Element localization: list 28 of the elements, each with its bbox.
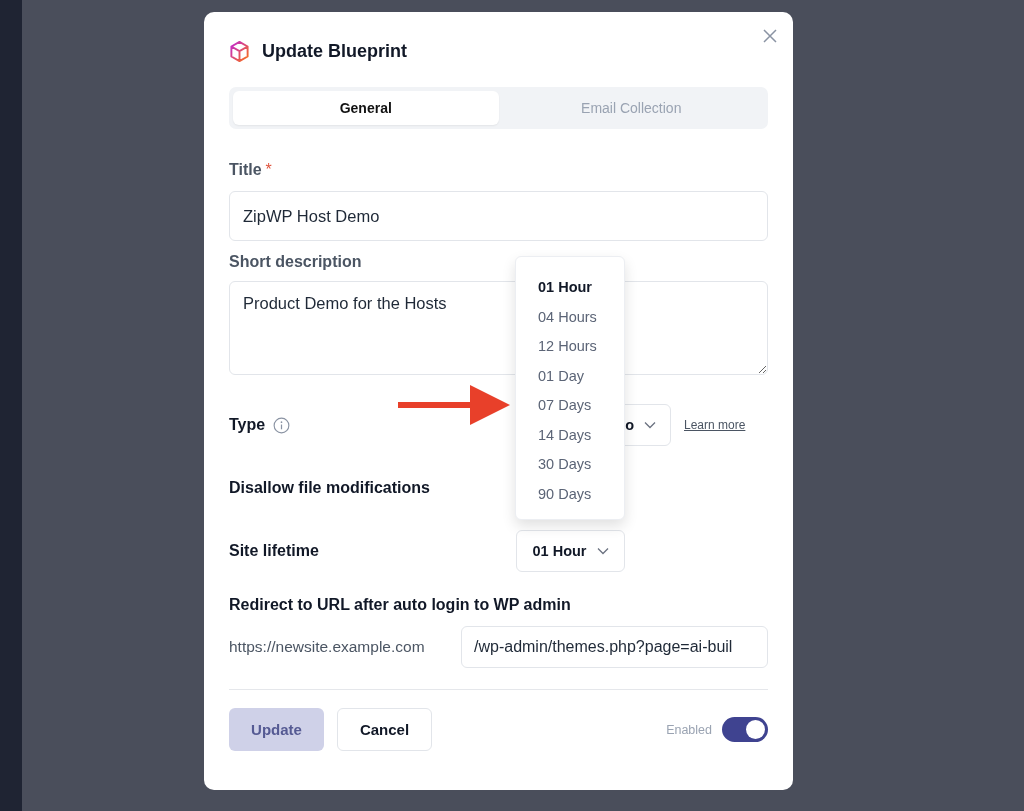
menu-option[interactable]: 30 Days — [516, 454, 624, 476]
required-mark: * — [265, 161, 272, 179]
tab[interactable]: General — [233, 91, 499, 125]
chevron-down-icon — [644, 421, 656, 429]
url-prefix: https://newsite.example.com — [229, 638, 426, 656]
field-label: Short description — [229, 253, 363, 271]
menu-option[interactable]: 07 Days — [516, 395, 624, 417]
menu-option[interactable]: 12 Hours — [516, 336, 624, 358]
dialog-title: Update Blueprint — [262, 40, 407, 62]
field-label: Title — [229, 161, 262, 179]
title-input[interactable]: ZipWP Host Demo — [229, 191, 768, 241]
field-label: Redirect to URL after auto login to WP admin — [229, 596, 572, 614]
enabled-toggle[interactable] — [722, 717, 768, 742]
menu-option[interactable]: 14 Days — [516, 424, 624, 446]
info-icon — [273, 416, 291, 434]
chevron-down-icon — [596, 547, 609, 555]
toggle-label: Enabled — [666, 722, 712, 737]
learn-more-link[interactable]: Learn more — [684, 418, 746, 432]
close-icon[interactable] — [763, 29, 777, 43]
row-label: Disallow file modifications — [229, 479, 431, 497]
row-label: Type — [229, 416, 266, 434]
cancel-button[interactable]: Cancel — [337, 708, 432, 751]
lifetime-select[interactable]: 01 Hour — [516, 530, 625, 572]
menu-option[interactable]: 04 Hours — [516, 306, 624, 328]
row-label: Site lifetime — [229, 542, 320, 560]
url-input[interactable]: /wp-admin/themes.php?page=ai-buil — [461, 626, 768, 668]
cube-icon — [229, 39, 250, 63]
menu-option[interactable]: 90 Days — [516, 483, 624, 505]
